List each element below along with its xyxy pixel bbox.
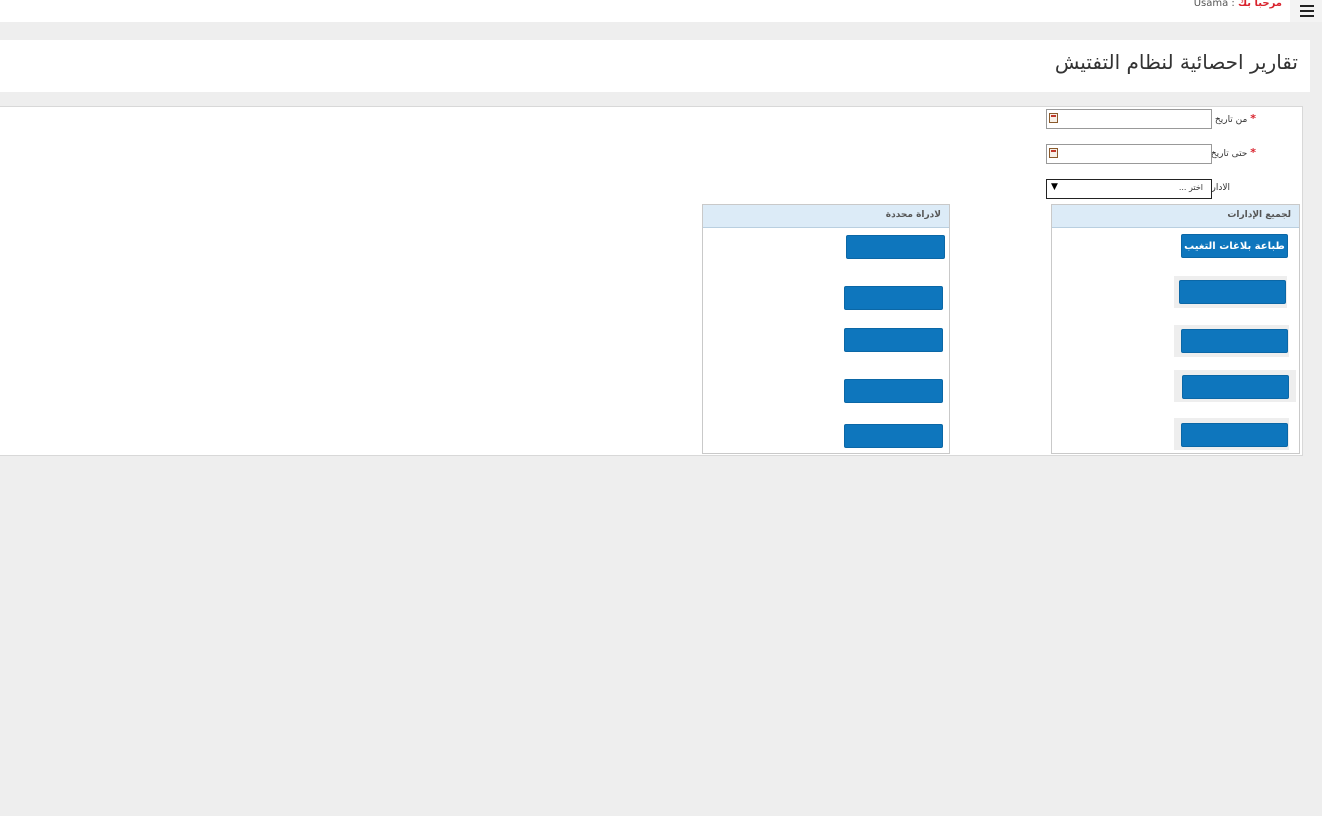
all-departments-panel-header: لجميع الإدارات <box>1052 205 1299 228</box>
from-date-label-text: من تاريخ <box>1214 115 1248 125</box>
required-mark: * <box>1250 112 1256 125</box>
specific-department-report-button[interactable] <box>844 286 943 310</box>
all-departments-report-button[interactable] <box>1182 375 1289 399</box>
specific-department-panel: لادراة محددة <box>702 204 950 454</box>
report-form-panel: * من تاريخ * حتى تاريخ الادارة ▼ اختر ..… <box>0 106 1303 456</box>
specific-department-report-button[interactable] <box>844 328 943 352</box>
specific-department-report-button[interactable] <box>844 379 943 403</box>
to-date-label: * حتى تاريخ <box>1211 146 1256 159</box>
welcome-separator: : <box>1231 0 1235 9</box>
all-departments-panel: لجميع الإدارات طباعة بلاغات التغيب <box>1051 204 1300 454</box>
to-date-label-text: حتى تاريخ <box>1210 149 1248 159</box>
required-mark: * <box>1250 146 1256 159</box>
page-title: تقارير احصائية لنظام التفتيش <box>1054 50 1298 74</box>
specific-department-report-button[interactable] <box>846 235 945 259</box>
department-select[interactable]: ▼ اختر ... <box>1046 179 1212 199</box>
calendar-icon[interactable] <box>1049 113 1058 123</box>
dropdown-arrow-icon: ▼ <box>1051 182 1058 192</box>
department-selected-value: اختر ... <box>1178 183 1203 192</box>
specific-department-report-button[interactable] <box>844 424 943 448</box>
to-date-input[interactable] <box>1046 144 1212 164</box>
all-departments-panel-title: لجميع الإدارات <box>1227 210 1291 220</box>
all-departments-report-button[interactable] <box>1181 329 1288 353</box>
from-date-label: * من تاريخ <box>1215 112 1256 125</box>
welcome-message: مرحبا بك : Usama <box>1100 0 1282 9</box>
username: Usama <box>1193 0 1229 9</box>
specific-department-panel-title: لادراة محددة <box>885 210 941 220</box>
from-date-input[interactable] <box>1046 109 1212 129</box>
top-bar: مرحبا بك : Usama <box>0 0 1322 22</box>
page-header: تقارير احصائية لنظام التفتيش <box>0 40 1310 92</box>
specific-department-panel-header: لادراة محددة <box>703 205 949 228</box>
hamburger-menu-icon[interactable] <box>1290 0 1322 22</box>
all-departments-report-button[interactable] <box>1181 423 1288 447</box>
print-absence-reports-button[interactable]: طباعة بلاغات التغيب <box>1181 234 1288 258</box>
all-departments-report-button[interactable] <box>1179 280 1286 304</box>
welcome-greeting: مرحبا بك <box>1237 0 1282 9</box>
calendar-icon[interactable] <box>1049 148 1058 158</box>
